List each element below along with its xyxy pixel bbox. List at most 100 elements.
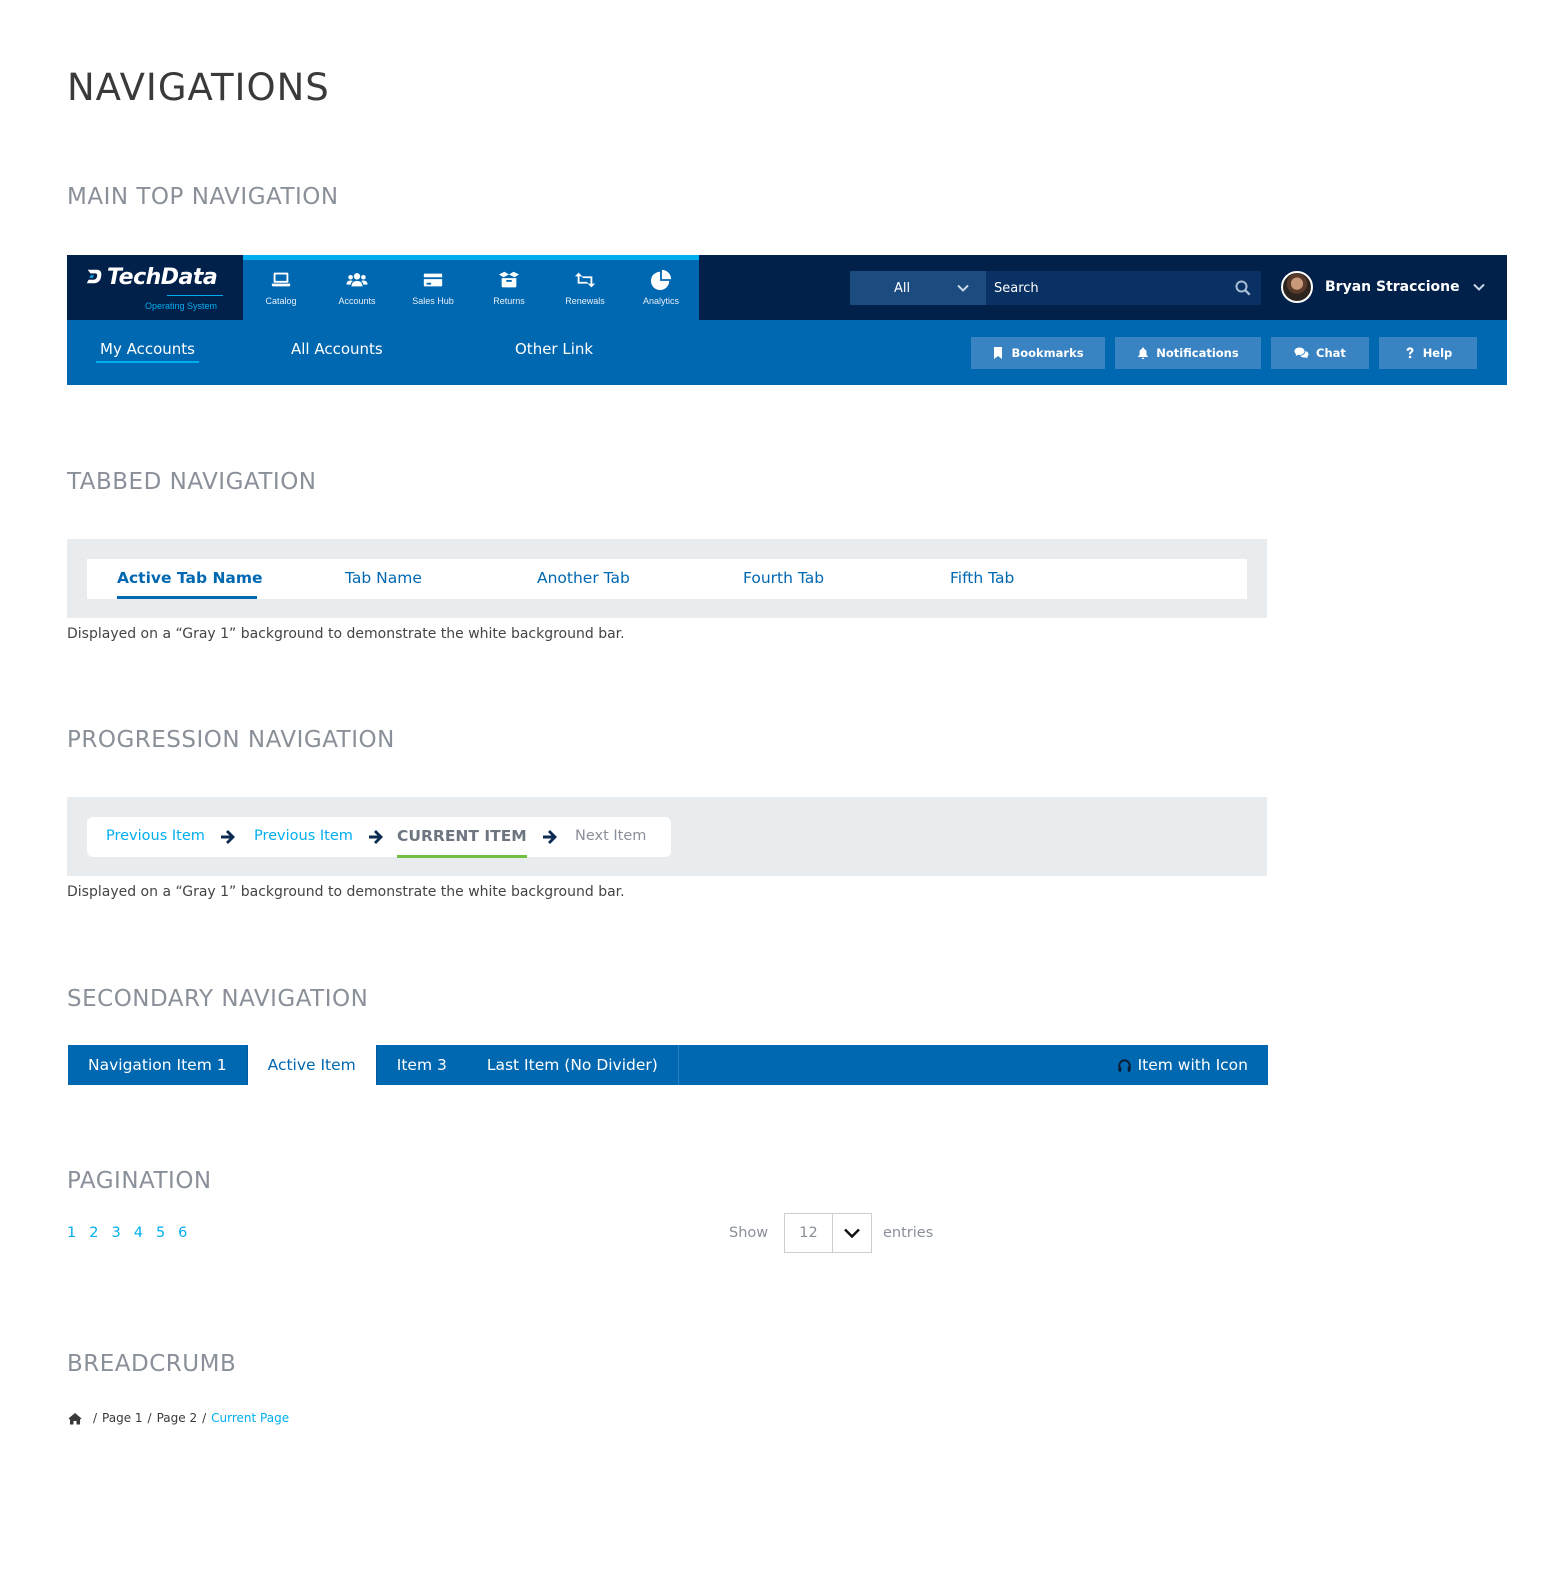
bookmark-icon (994, 347, 1003, 359)
nav-item-returns[interactable]: Returns (471, 260, 547, 320)
sublink-other-link[interactable]: Other Link (515, 340, 593, 358)
section-title-main-top: MAIN TOP NAVIGATION (67, 184, 339, 210)
tab-another-tab[interactable]: Another Tab (537, 569, 630, 587)
breadcrumb-separator: / (93, 1411, 98, 1425)
progression-step-previous-2[interactable]: Previous Item (254, 828, 353, 844)
pie-chart-icon (650, 269, 672, 291)
arrow-right-icon (543, 830, 557, 844)
users-icon (346, 273, 368, 287)
section-title-progression: PROGRESSION NAVIGATION (67, 727, 395, 753)
notifications-label: Notifications (1156, 346, 1239, 360)
icon-navigation: Catalog Accounts Sales Hub Returns Renew… (243, 255, 699, 320)
nav-item-catalog[interactable]: Catalog (243, 260, 319, 320)
breadcrumb-item[interactable]: Page 1 (102, 1411, 143, 1425)
progression-step-previous-1[interactable]: Previous Item (106, 828, 205, 844)
secondary-navigation: Navigation Item 1 Active Item Item 3 Las… (68, 1045, 1268, 1085)
chevron-down-icon (844, 1228, 860, 1239)
tabbed-navigation-container: Active Tab Name Tab Name Another Tab Fou… (67, 539, 1267, 618)
section-title-secondary: SECONDARY NAVIGATION (67, 986, 369, 1012)
page-link[interactable]: 4 (134, 1225, 143, 1241)
tab-tab-name[interactable]: Tab Name (345, 569, 422, 587)
search-icon[interactable] (1235, 280, 1251, 296)
progression-navigation-container: Previous Item Previous Item CURRENT ITEM… (67, 797, 1267, 876)
search-bar: All (850, 271, 1261, 305)
progression-step-current: CURRENT ITEM (397, 827, 527, 845)
logo-brand: TechData (107, 265, 218, 290)
page-link[interactable]: 2 (89, 1225, 98, 1241)
nav-item-label: Sales Hub (412, 296, 454, 306)
bookmarks-label: Bookmarks (1011, 346, 1084, 360)
sub-navigation-bar: My Accounts All Accounts Other Link Book… (67, 320, 1507, 385)
logo[interactable]: TechData Operating System (67, 255, 243, 320)
chat-button[interactable]: Chat (1271, 337, 1369, 369)
page-size-value: 12 (785, 1214, 833, 1252)
nav-item-renewals[interactable]: Renewals (547, 260, 623, 320)
page-link[interactable]: 6 (178, 1225, 187, 1241)
tab-fifth-tab[interactable]: Fifth Tab (950, 569, 1014, 587)
page-link[interactable]: 3 (111, 1225, 120, 1241)
bell-icon (1138, 347, 1149, 359)
search-input[interactable] (986, 271, 1261, 305)
progression-caption: Displayed on a “Gray 1” background to de… (67, 884, 625, 900)
nav-item-sales-hub[interactable]: Sales Hub (395, 260, 471, 320)
nav-item-accounts[interactable]: Accounts (319, 260, 395, 320)
show-label: Show (729, 1225, 769, 1241)
chevron-down-icon (1472, 283, 1485, 291)
arrow-right-icon (221, 830, 235, 844)
entries-label: entries (883, 1225, 934, 1241)
tab-bar: Active Tab Name Tab Name Another Tab Fou… (87, 559, 1247, 599)
page-title: NAVIGATIONS (67, 66, 330, 109)
notifications-button[interactable]: Notifications (1115, 337, 1261, 369)
search-scope-select[interactable]: All (850, 271, 986, 305)
main-top-navigation: TechData Operating System Catalog Accoun… (67, 255, 1507, 385)
breadcrumb-separator: / (147, 1411, 152, 1425)
tabbed-caption: Displayed on a “Gray 1” background to de… (67, 626, 625, 642)
page-size-select[interactable]: 12 (784, 1213, 872, 1253)
current-step-indicator (397, 855, 527, 858)
avatar (1281, 271, 1313, 303)
chat-icon (1294, 347, 1309, 359)
progression-step-next: Next Item (575, 828, 647, 844)
breadcrumb-separator: / (202, 1411, 207, 1425)
tab-active-tab-name[interactable]: Active Tab Name (117, 569, 263, 587)
page-link[interactable]: 5 (156, 1225, 165, 1241)
help-button[interactable]: Help (1379, 337, 1477, 369)
secondary-item-1[interactable]: Navigation Item 1 (68, 1045, 248, 1085)
search-scope-value: All (894, 280, 911, 296)
chat-label: Chat (1316, 346, 1346, 360)
open-box-icon (498, 271, 520, 288)
nav-item-label: Returns (493, 296, 525, 306)
user-name: Bryan Straccione (1325, 279, 1460, 295)
secondary-item-last[interactable]: Last Item (No Divider) (467, 1045, 679, 1085)
user-menu[interactable]: Bryan Straccione (1281, 270, 1486, 304)
nav-item-analytics[interactable]: Analytics (623, 260, 699, 320)
laptop-icon (271, 272, 291, 287)
credit-card-icon (423, 273, 443, 287)
tab-fourth-tab[interactable]: Fourth Tab (743, 569, 824, 587)
nav-item-label: Analytics (642, 296, 679, 306)
nav-item-label: Catalog (265, 296, 297, 306)
bookmarks-button[interactable]: Bookmarks (971, 337, 1105, 369)
nav-item-label: Renewals (565, 296, 605, 306)
top-bar: TechData Operating System Catalog Accoun… (67, 255, 1507, 320)
retweet-icon (574, 272, 596, 288)
secondary-item-3[interactable]: Item 3 (377, 1045, 467, 1085)
section-title-breadcrumb: BREADCRUMB (67, 1351, 237, 1377)
section-title-pagination: PAGINATION (67, 1168, 212, 1194)
logo-underline (167, 295, 223, 296)
pagination: 1 2 3 4 5 6 (67, 1225, 200, 1241)
headphones-icon (1117, 1058, 1131, 1072)
breadcrumb-item[interactable]: Page 2 (157, 1411, 198, 1425)
chevron-down-icon (957, 284, 969, 292)
sublink-my-accounts[interactable]: My Accounts (96, 340, 199, 363)
home-icon[interactable] (68, 1412, 82, 1425)
question-icon (1406, 347, 1414, 359)
arrow-right-icon (369, 830, 383, 844)
page-link[interactable]: 1 (67, 1225, 76, 1241)
sublink-all-accounts[interactable]: All Accounts (291, 340, 383, 358)
secondary-item-with-icon[interactable]: Item with Icon (1117, 1045, 1248, 1085)
secondary-item-active[interactable]: Active Item (247, 1045, 377, 1085)
logo-subtitle: Operating System (145, 301, 218, 311)
nav-item-label: Accounts (338, 296, 376, 306)
secondary-item-with-icon-label: Item with Icon (1137, 1056, 1248, 1074)
